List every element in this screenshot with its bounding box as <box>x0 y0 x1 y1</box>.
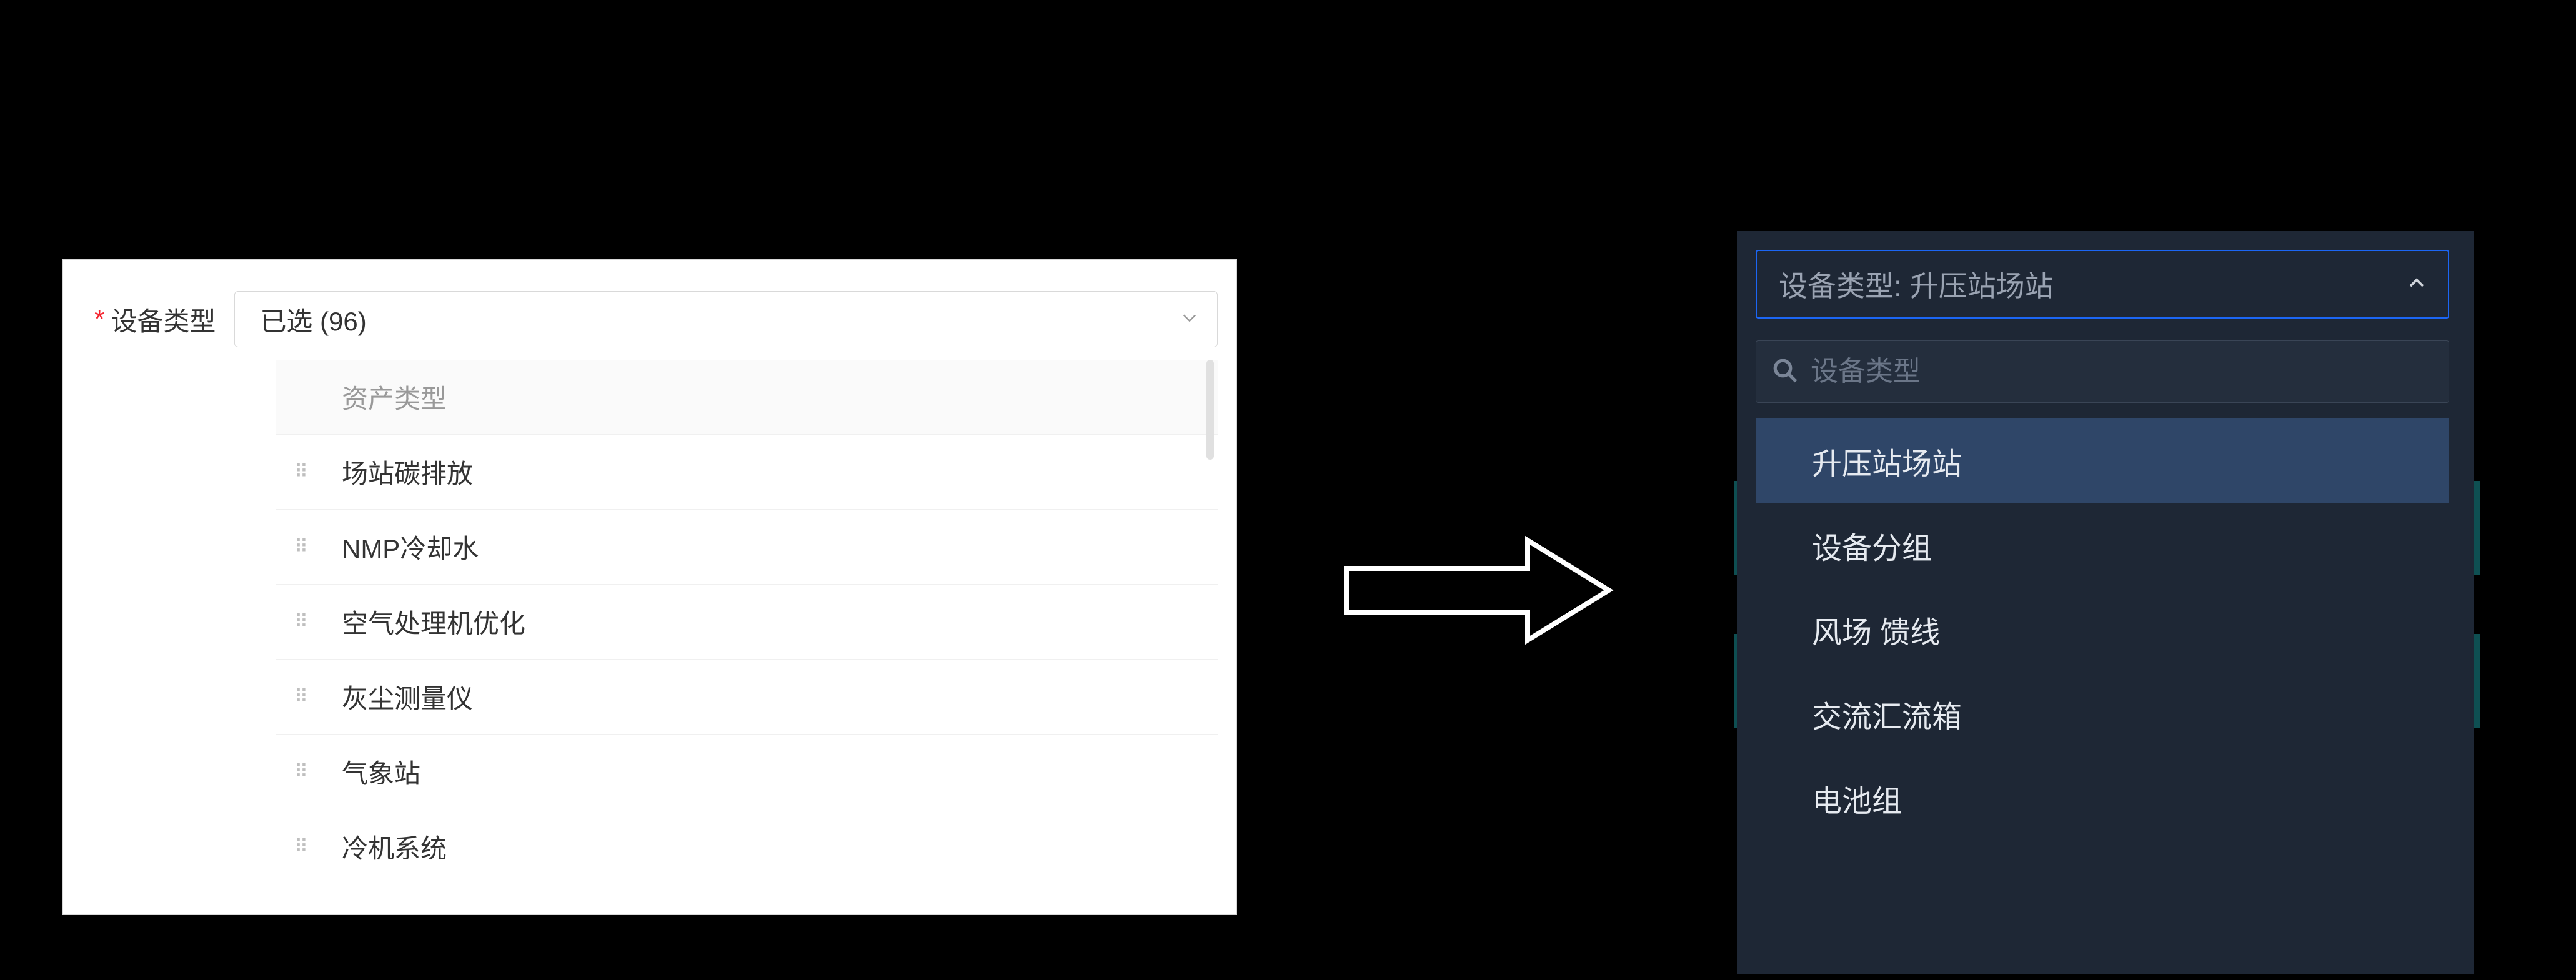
asset-list-item[interactable]: ⠿ 空气处理机优化 <box>276 585 1218 660</box>
asset-list-item[interactable]: ⠿ 场站碳排放 <box>276 435 1218 510</box>
dropdown-option[interactable]: 风场 馈线 <box>1756 587 2449 671</box>
select-prefix: 设备类型: <box>1779 270 1910 302</box>
select-value-text: 已选 (96) <box>260 300 366 339</box>
drag-handle-icon[interactable]: ⠿ <box>294 836 311 858</box>
dropdown-options-list: 升压站场站 设备分组 风场 馈线 交流汇流箱 电池组 <box>1756 418 2449 974</box>
dropdown-option[interactable]: 电池组 <box>1756 756 2449 840</box>
asset-item-label: NMP冷却水 <box>342 528 479 566</box>
light-dropdown-panel: * 设备类型 已选 (96) ⠿ 资产类型 ⠿ 场站碳排放 ⠿ NMP冷却水 ⠿… <box>62 259 1237 915</box>
chevron-up-icon <box>2407 274 2426 295</box>
scrollbar-thumb[interactable] <box>1206 360 1214 460</box>
dropdown-search[interactable] <box>1756 340 2449 403</box>
asset-item-label: 场站碳排放 <box>342 453 473 491</box>
device-type-label: 设备类型 <box>111 300 216 339</box>
select-value: 升压站场站 <box>1910 270 2054 302</box>
device-type-select[interactable]: 已选 (96) <box>234 291 1218 347</box>
drag-handle-icon[interactable]: ⠿ <box>294 536 311 558</box>
asset-list-item[interactable]: ⠿ 冷机系统 <box>276 809 1218 884</box>
chevron-down-icon <box>1181 309 1198 330</box>
asset-list-header: ⠿ 资产类型 <box>276 360 1218 435</box>
asset-item-label: 气象站 <box>342 753 420 791</box>
asset-header-label: 资产类型 <box>342 378 447 416</box>
select-display-text: 设备类型: 升压站场站 <box>1779 264 2054 305</box>
field-label-group: * 设备类型 <box>94 300 216 339</box>
asset-item-label: 灰尘测量仪 <box>342 678 473 716</box>
device-type-field: * 设备类型 已选 (96) <box>94 291 1218 347</box>
asset-type-dropdown: ⠿ 资产类型 ⠿ 场站碳排放 ⠿ NMP冷却水 ⠿ 空气处理机优化 ⠿ 灰尘测量… <box>276 360 1218 914</box>
required-asterisk: * <box>94 304 104 334</box>
asset-list-item[interactable]: ⠿ NMP冷却水 <box>276 510 1218 585</box>
dark-dropdown-panel: 设备类型: 升压站场站 升压站场站 设备分组 风场 馈线 交流汇流箱 电池组 <box>1737 231 2474 974</box>
device-type-select-dark[interactable]: 设备类型: 升压站场站 <box>1756 250 2449 319</box>
asset-item-label: 冷机系统 <box>342 828 447 866</box>
dropdown-option[interactable]: 设备分组 <box>1756 503 2449 587</box>
dropdown-option[interactable]: 升压站场站 <box>1756 418 2449 503</box>
asset-list-item[interactable]: ⠿ 气象站 <box>276 735 1218 809</box>
search-icon <box>1772 357 1798 387</box>
drag-handle-icon[interactable]: ⠿ <box>294 611 311 633</box>
dropdown-option[interactable]: 交流汇流箱 <box>1756 671 2449 756</box>
asset-item-label: 空气处理机优化 <box>342 603 525 641</box>
asset-list-item[interactable]: ⠿ 灰尘测量仪 <box>276 660 1218 735</box>
drag-handle-icon[interactable]: ⠿ <box>294 461 311 483</box>
drag-handle-icon[interactable]: ⠿ <box>294 686 311 708</box>
transition-arrow-icon <box>1340 531 1615 650</box>
search-input[interactable] <box>1811 356 2433 387</box>
drag-handle-icon[interactable]: ⠿ <box>294 761 311 783</box>
